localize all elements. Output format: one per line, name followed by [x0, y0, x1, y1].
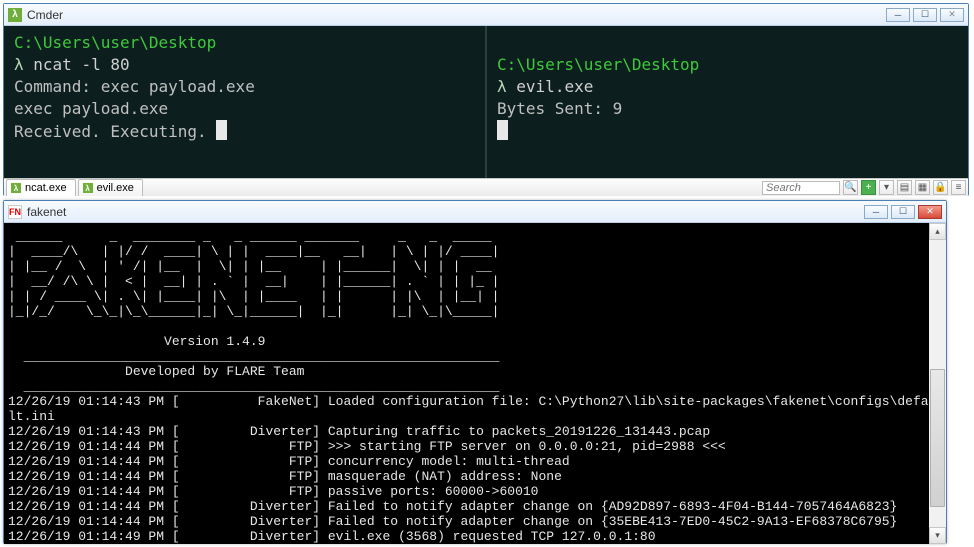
- ascii-art-line: | ____/\ | |/ / ____| \ | | ____|__ __| …: [8, 244, 499, 259]
- terminal-pane-right[interactable]: C:\Users\user\Desktop λ evil.exe Bytes S…: [487, 26, 968, 178]
- fakenet-titlebar[interactable]: FN fakenet ─ ☐ ✕: [4, 201, 946, 223]
- log-line: 12/26/19 01:14:44 PM [ Diverter] Failed …: [8, 514, 897, 529]
- log-line: 12/26/19 01:14:43 PM [ FakeNet] Loaded c…: [8, 394, 929, 409]
- tab-label: evil.exe: [97, 182, 134, 194]
- command-text: ncat -l 80: [33, 55, 129, 74]
- prompt-symbol: λ: [14, 55, 24, 74]
- tab-ncat[interactable]: λ ncat.exe: [6, 179, 76, 196]
- minimize-button[interactable]: ─: [864, 205, 888, 219]
- maximize-button[interactable]: ☐: [891, 205, 915, 219]
- prompt-path: C:\Users\user\Desktop: [497, 55, 699, 74]
- fakenet-body: ______ _ ________ _ _ ______ _______ _ _…: [4, 223, 946, 544]
- divider-line: ________________________________________…: [8, 379, 499, 394]
- tab-strip: λ ncat.exe λ evil.exe: [6, 179, 145, 196]
- log-line: 12/26/19 01:14:44 PM [ FTP] >>> starting…: [8, 439, 726, 454]
- log-line: 12/26/19 01:14:44 PM [ FTP] concurrency …: [8, 454, 570, 469]
- command-text: evil.exe: [516, 77, 593, 96]
- divider-line: ________________________________________…: [8, 349, 499, 364]
- lock-icon[interactable]: 🔒: [933, 180, 948, 195]
- ascii-art-line: | |__ / \ | ' /| |__ | \| | |__ | |_____…: [8, 259, 499, 274]
- close-button[interactable]: ✕: [918, 205, 942, 219]
- fakenet-window-controls: ─ ☐ ✕: [864, 205, 942, 219]
- cursor: [216, 120, 227, 140]
- cmder-titlebar[interactable]: λ Cmder ─ ☐ ✕: [4, 4, 968, 26]
- version-line: Version 1.4.9: [8, 334, 265, 349]
- grid-icon[interactable]: ▦: [915, 180, 930, 195]
- log-line: 12/26/19 01:14:43 PM [ Diverter] Capturi…: [8, 424, 710, 439]
- search-icon[interactable]: 🔍: [843, 180, 858, 195]
- fakenet-title: fakenet: [27, 205, 864, 219]
- ascii-art-line: ______ _ ________ _ _ ______ _______ _ _…: [8, 229, 499, 244]
- log-line: 12/26/19 01:14:49 PM [ Diverter] evil.ex…: [8, 529, 656, 544]
- log-line: 12/26/19 01:14:44 PM [ FTP] passive port…: [8, 484, 539, 499]
- output-line: exec payload.exe: [14, 99, 168, 118]
- prompt-path: C:\Users\user\Desktop: [14, 33, 216, 52]
- output-line: Bytes Sent: 9: [497, 99, 622, 118]
- dropdown-icon[interactable]: ▾: [879, 180, 894, 195]
- prompt-symbol: λ: [497, 77, 507, 96]
- lambda-icon: λ: [11, 183, 21, 193]
- cursor: [497, 120, 508, 140]
- search-area: 🔍 + ▾ ▤ ▦ 🔒 ≡: [762, 180, 966, 195]
- cmder-title: Cmder: [27, 8, 886, 22]
- ascii-art-line: | | / ____ \| . \| |____| |\ | |____ | |…: [8, 289, 499, 304]
- cmder-window-controls: ─ ☐ ✕: [886, 8, 964, 22]
- cmder-window: λ Cmder ─ ☐ ✕ C:\Users\user\Desktop λ nc…: [3, 3, 969, 196]
- cmder-bottombar: λ ncat.exe λ evil.exe 🔍 + ▾ ▤ ▦ 🔒 ≡: [4, 178, 968, 196]
- log-line: 12/26/19 01:14:44 PM [ Diverter] Failed …: [8, 499, 897, 514]
- panels-icon[interactable]: ▤: [897, 180, 912, 195]
- terminal-pane-left[interactable]: C:\Users\user\Desktop λ ncat -l 80 Comma…: [4, 26, 487, 178]
- output-line: Received. Executing.: [14, 122, 216, 141]
- fakenet-window: FN fakenet ─ ☐ ✕ ______ _ ________ _ _ _…: [3, 200, 947, 544]
- ascii-art-line: | __/ /\ \ | < | __| | . ` | __| | |____…: [8, 274, 499, 289]
- scrollbar-up-button[interactable]: ▴: [929, 223, 946, 240]
- developer-line: Developed by FLARE Team: [8, 364, 304, 379]
- log-line: 12/26/19 01:14:44 PM [ FTP] masquerade (…: [8, 469, 562, 484]
- search-input[interactable]: [762, 181, 840, 195]
- fakenet-console[interactable]: ______ _ ________ _ _ ______ _______ _ _…: [4, 223, 929, 544]
- output-line: Command: exec payload.exe: [14, 77, 255, 96]
- maximize-button[interactable]: ☐: [913, 8, 937, 22]
- scrollbar-down-button[interactable]: ▾: [929, 527, 946, 544]
- tab-label: ncat.exe: [25, 182, 67, 194]
- ascii-art-line: |_|/_/ \_\_|\_\______|_| \_|______| |_| …: [8, 304, 499, 319]
- scrollbar-thumb[interactable]: [930, 369, 945, 507]
- lambda-icon: λ: [83, 183, 93, 193]
- scrollbar: ▴ ▾: [929, 223, 946, 544]
- cmder-app-icon: λ: [8, 8, 22, 22]
- log-line: lt.ini: [8, 409, 55, 424]
- fakenet-app-icon: FN: [8, 205, 22, 219]
- tab-evil[interactable]: λ evil.exe: [78, 179, 143, 196]
- new-tab-button[interactable]: +: [861, 180, 876, 195]
- menu-icon[interactable]: ≡: [951, 180, 966, 195]
- cmder-body: C:\Users\user\Desktop λ ncat -l 80 Comma…: [4, 26, 968, 178]
- scrollbar-track[interactable]: [929, 240, 946, 527]
- minimize-button[interactable]: ─: [886, 8, 910, 22]
- close-button[interactable]: ✕: [940, 8, 964, 22]
